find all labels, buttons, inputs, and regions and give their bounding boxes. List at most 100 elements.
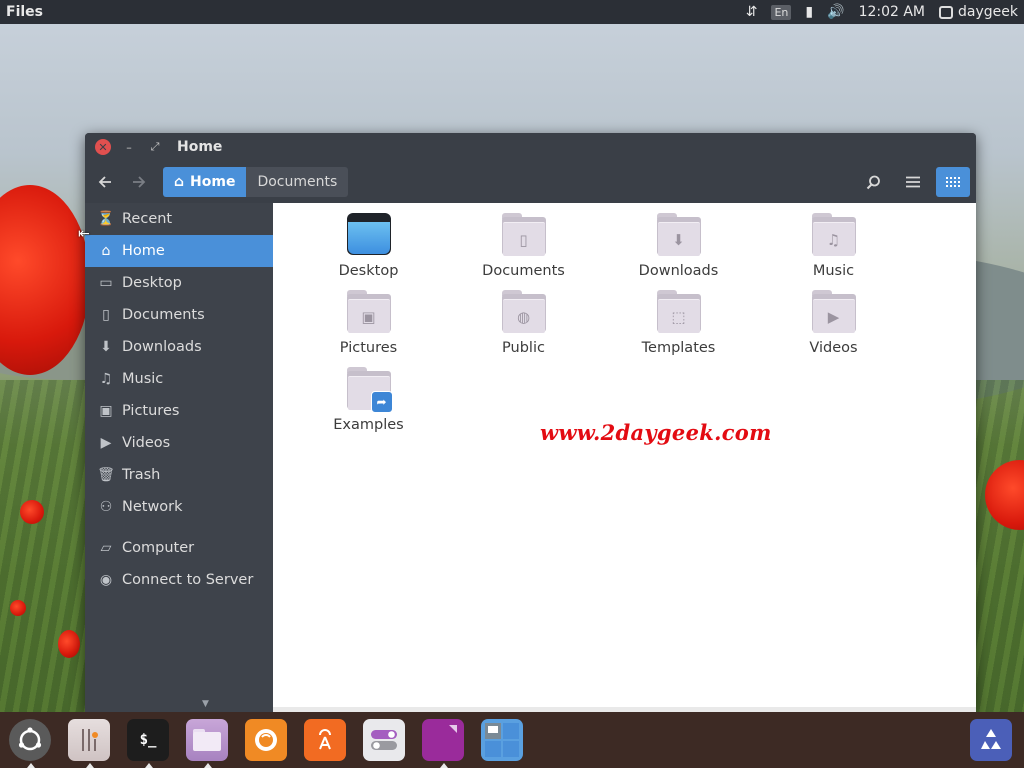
file-item-music[interactable]: ♫ Music <box>756 213 911 280</box>
top-panel: Files ⇵ En ▮ 🔊 12:02 AM daygeek <box>0 0 1024 24</box>
sidebar-item-connect-to-server[interactable]: ◉ Connect to Server <box>85 564 273 596</box>
music-icon: ♫ <box>99 371 113 387</box>
sidebar-item-label: Home <box>122 243 165 259</box>
back-button[interactable] <box>91 168 119 196</box>
file-item-public[interactable]: ◍ Public <box>446 290 601 357</box>
file-name: Public <box>502 340 545 356</box>
sidebar-item-desktop[interactable]: ▭ Desktop <box>85 267 273 299</box>
sidebar-item-pictures[interactable]: ▣ Pictures <box>85 395 273 427</box>
window-title: Home <box>177 139 223 155</box>
clock[interactable]: 12:02 AM <box>852 0 932 24</box>
sidebar-scroll-down-icon[interactable]: ▼ <box>202 699 209 709</box>
volume-indicator-icon[interactable]: 🔊 <box>820 0 851 24</box>
network-icon: ⚇ <box>99 499 113 515</box>
app-menu-title[interactable]: Files <box>0 4 43 20</box>
user-menu[interactable]: daygeek <box>932 0 1024 24</box>
sidebar-item-label: Network <box>122 499 183 515</box>
network-indicator-icon[interactable]: ⇵ <box>739 0 765 24</box>
sidebar-item-label: Computer <box>122 540 195 556</box>
file-item-documents[interactable]: ▯ Documents <box>446 213 601 280</box>
downloads-folder-icon: ⬇ <box>656 213 701 256</box>
documents-folder-icon: ▯ <box>501 213 546 256</box>
close-window-button[interactable]: ✕ <box>95 139 111 155</box>
dock-firefox[interactable] <box>245 719 287 761</box>
dock-settings[interactable] <box>363 719 405 761</box>
file-name: Documents <box>482 263 565 279</box>
music-folder-icon: ♫ <box>811 213 856 256</box>
sidebar-item-computer[interactable]: ▱ Computer <box>85 532 273 564</box>
sidebar-item-label: Recent <box>122 211 173 227</box>
file-name: Examples <box>333 417 404 433</box>
forward-button[interactable] <box>125 168 153 196</box>
shopping-bag-icon <box>319 729 331 750</box>
search-button[interactable] <box>856 167 890 197</box>
dock-software-center[interactable] <box>304 719 346 761</box>
firefox-icon <box>255 729 277 751</box>
list-icon <box>906 176 920 188</box>
keyboard-layout-indicator[interactable]: En <box>764 0 798 24</box>
file-item-pictures[interactable]: ▣ Pictures <box>291 290 446 357</box>
desktop-icon: ▭ <box>99 275 113 291</box>
picture-icon: ▣ <box>99 403 113 419</box>
file-item-templates[interactable]: ⬚ Templates <box>601 290 756 357</box>
sidebar-item-network[interactable]: ⚇ Network <box>85 491 273 523</box>
file-name: Pictures <box>339 340 398 356</box>
dock-ubuntu-launcher[interactable] <box>9 719 51 768</box>
file-item-downloads[interactable]: ⬇ Downloads <box>601 213 756 280</box>
file-item-desktop[interactable]: Desktop <box>291 213 446 280</box>
pictures-folder-icon: ▣ <box>346 290 391 333</box>
window-titlebar[interactable]: ✕ – ⤢ Home <box>85 133 976 161</box>
watermark-text: www.2daygeek.com <box>540 420 772 445</box>
symlink-arrow-icon: ➦ <box>370 391 393 413</box>
dock-system-tools[interactable] <box>68 719 110 768</box>
running-indicator <box>440 763 448 768</box>
sidebar-item-recent[interactable]: ⏳ Recent <box>85 203 273 235</box>
toolbar: ⌂ Home Documents <box>85 161 976 203</box>
toggle-switch-icon <box>371 730 397 750</box>
sidebar-item-home[interactable]: ⌂ Home <box>85 235 273 267</box>
sidebar-item-label: Trash <box>122 467 161 483</box>
dock-document-viewer[interactable] <box>422 719 464 768</box>
videos-folder-icon: ▶ <box>811 290 856 333</box>
path-crumb-home[interactable]: ⌂ Home <box>163 167 247 197</box>
home-icon: ⌂ <box>174 174 185 190</box>
grid-icon <box>946 177 960 187</box>
path-crumb-label: Home <box>190 174 236 190</box>
dock-trash[interactable] <box>970 719 1012 761</box>
file-item-videos[interactable]: ▶ Videos <box>756 290 911 357</box>
places-sidebar: ⏳ Recent ⌂ Home ▭ Desktop ▯ Documents ⬇ Downl… <box>85 203 273 712</box>
video-icon: ▶ <box>100 435 112 451</box>
sidebar-item-trash[interactable]: 🗑 Trash <box>85 459 273 491</box>
arrow-right-icon <box>133 176 146 188</box>
tools-icon <box>82 729 98 751</box>
sidebar-item-label: Documents <box>122 307 205 323</box>
sidebar-item-music[interactable]: ♫ Music <box>85 363 273 395</box>
path-crumb-documents[interactable]: Documents <box>246 167 349 197</box>
sidebar-item-documents[interactable]: ▯ Documents <box>85 299 273 331</box>
globe-icon: ◉ <box>99 572 113 588</box>
minimize-window-button[interactable]: – <box>121 139 137 155</box>
public-folder-icon: ◍ <box>501 290 546 333</box>
mouse-cursor-icon: ⇤ <box>78 226 90 242</box>
examples-folder-icon: ➦ <box>346 367 393 413</box>
user-name: daygeek <box>958 4 1018 20</box>
dock-terminal[interactable]: $_ <box>127 719 169 768</box>
sidebar-item-videos[interactable]: ▶ Videos <box>85 427 273 459</box>
list-view-button[interactable] <box>896 167 930 197</box>
document-icon: ▯ <box>102 307 110 323</box>
dock-files[interactable] <box>186 719 228 768</box>
sidebar-item-label: Desktop <box>122 275 182 291</box>
sidebar-item-downloads[interactable]: ⬇ Downloads <box>85 331 273 363</box>
grid-view-button[interactable] <box>936 167 970 197</box>
file-item-examples[interactable]: ➦ Examples <box>291 367 446 434</box>
maximize-window-button[interactable]: ⤢ <box>147 139 163 155</box>
ubuntu-logo-icon <box>18 727 42 751</box>
file-name: Videos <box>809 340 858 356</box>
file-name: Music <box>812 263 855 279</box>
battery-indicator-icon[interactable]: ▮ <box>798 0 820 24</box>
dock-workspace-switcher[interactable] <box>481 719 523 761</box>
sidebar-item-label: Pictures <box>122 403 180 419</box>
folder-icon <box>193 729 221 751</box>
sidebar-item-label: Connect to Server <box>122 572 254 588</box>
indicator-area: ⇵ En ▮ 🔊 12:02 AM daygeek <box>739 0 1024 24</box>
